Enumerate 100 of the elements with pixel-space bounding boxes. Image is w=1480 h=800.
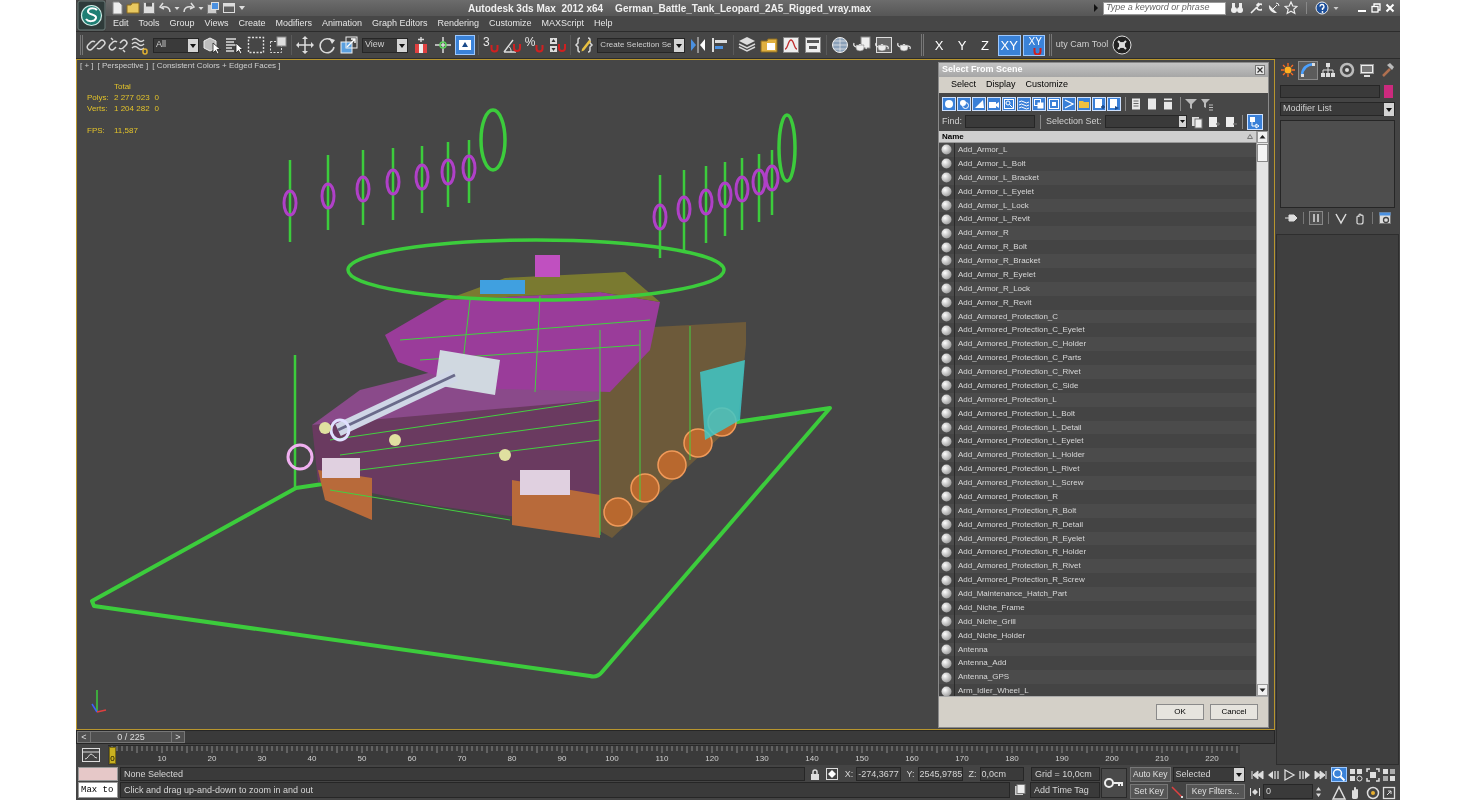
menu-item[interactable]: Group — [164, 16, 200, 31]
app-logo-icon[interactable] — [77, 0, 106, 31]
schematic-window-icon[interactable] — [802, 35, 823, 55]
coordinate-field[interactable]: 2545,9785 — [917, 767, 963, 781]
track-bar-ruler[interactable]: 0 10 20 30 40 50 60 70 80 90 100 110 120 130 140 150 160 170 180 190 200 210 220 — [108, 745, 1240, 765]
rig-control-handle[interactable] — [320, 155, 336, 230]
waves-icon[interactable] — [1017, 97, 1031, 111]
sheet-stack-icon[interactable] — [1189, 114, 1204, 129]
sheet-plus-icon[interactable] — [1092, 97, 1106, 111]
squares-icon[interactable] — [1381, 767, 1398, 782]
wrench-icon[interactable] — [1248, 1, 1262, 15]
nested-squares-icon[interactable] — [1047, 97, 1061, 111]
close-icon[interactable] — [1255, 65, 1265, 75]
rig-control-handle[interactable] — [461, 140, 477, 203]
magnifier-icon[interactable] — [1331, 767, 1347, 782]
sheet-plus-icon[interactable] — [1206, 114, 1221, 129]
caret-icon[interactable] — [1234, 768, 1244, 781]
align-icon[interactable] — [709, 35, 730, 55]
menu-item[interactable]: Help — [589, 16, 618, 31]
play-icon[interactable] — [1281, 767, 1297, 782]
scale-box-icon[interactable] — [339, 35, 359, 55]
pause-bars-icon[interactable] — [1308, 211, 1323, 225]
rig-control-handle[interactable] — [698, 166, 714, 243]
coordinate-field[interactable]: -274,3677 — [856, 767, 901, 781]
rotate-arrow-icon[interactable] — [317, 35, 337, 55]
diamond-box-icon[interactable] — [824, 767, 839, 781]
set-key-button[interactable]: Set Key — [1130, 784, 1168, 799]
stacked-squares-icon[interactable] — [1032, 97, 1046, 111]
menu-item[interactable]: Create — [233, 16, 271, 31]
auto-key-button[interactable]: Auto Key — [1130, 767, 1171, 782]
menu-item[interactable]: Rendering — [432, 16, 485, 31]
viewport-label-menu[interactable]: [ Consistent Colors + Edged Faces ] — [152, 61, 281, 71]
key-icon[interactable] — [1101, 768, 1127, 798]
key-filters-button[interactable]: Key Filters... — [1185, 784, 1245, 799]
menu-item[interactable]: Edit — [108, 16, 134, 31]
reference-coordinate-dropdown[interactable]: View — [362, 37, 408, 53]
rig-control-handle[interactable] — [764, 150, 780, 215]
crosshair-icon[interactable] — [433, 35, 453, 55]
chevron-icon[interactable] — [1062, 97, 1076, 111]
axis-constraint-button[interactable]: XY — [997, 34, 1021, 56]
modifier-list-dropdown[interactable]: Modifier List — [1280, 102, 1395, 116]
satellite-icon[interactable] — [1266, 1, 1280, 15]
axis-constraint-button[interactable]: Y — [951, 34, 973, 56]
rig-control-handle[interactable] — [652, 175, 668, 258]
command-panel-tab[interactable] — [1297, 60, 1318, 80]
next-frame-button[interactable]: > — [171, 732, 184, 742]
teapot-window-icon[interactable] — [873, 35, 894, 55]
curve-graph-icon[interactable] — [780, 35, 801, 55]
menu-item[interactable]: Customize — [1020, 77, 1074, 93]
star-icon[interactable] — [1284, 1, 1298, 15]
cube-cursor-icon[interactable] — [202, 35, 222, 55]
find-field[interactable] — [965, 115, 1035, 128]
scrollbar-thumb[interactable] — [1257, 144, 1268, 162]
rig-control-handle[interactable] — [440, 142, 456, 207]
spinner-arrows-icon[interactable] — [1315, 784, 1322, 799]
object-list-item[interactable]: Add_Maintenance_Hatch_Part — [939, 587, 1256, 601]
object-list-item[interactable]: Add_Armored_Protection_R_Rivet — [939, 559, 1256, 574]
curve-window-icon[interactable] — [80, 746, 102, 764]
selection-filter-dropdown[interactable]: All — [153, 37, 199, 53]
camera-icon[interactable] — [987, 97, 1001, 111]
rig-control-handle[interactable] — [734, 158, 750, 230]
rig-control-handle[interactable] — [282, 160, 298, 242]
key-mode-dropdown[interactable]: Selected — [1172, 767, 1245, 782]
sheet-icon[interactable] — [1145, 97, 1159, 111]
funnel-list-icon[interactable] — [1200, 97, 1214, 111]
diamond-bars-icon[interactable] — [1249, 785, 1261, 798]
move-arrows-icon[interactable] — [295, 35, 315, 55]
selection-set-dropdown[interactable] — [1104, 115, 1187, 128]
named-selection-dropdown[interactable]: Create Selection Se — [597, 37, 685, 53]
sheet-stack-icon[interactable] — [1013, 783, 1027, 797]
window-crossing-icon[interactable] — [268, 35, 288, 55]
caret-icon[interactable] — [397, 38, 407, 52]
sheet-lines-icon[interactable] — [1129, 97, 1143, 111]
v-shape-icon[interactable] — [1333, 211, 1348, 225]
rig-control-handle[interactable] — [355, 150, 371, 225]
listener-input-field[interactable]: Max to — [78, 782, 118, 798]
cone-icon[interactable] — [972, 97, 986, 111]
list-cursor-icon[interactable] — [224, 35, 244, 55]
orbit-icon[interactable] — [1364, 784, 1381, 800]
listener-output-field[interactable] — [78, 767, 118, 781]
binoculars-icon[interactable] — [1230, 1, 1244, 15]
frame-field[interactable]: 0 — [1263, 784, 1313, 799]
broken-chain-icon[interactable] — [108, 35, 128, 55]
object-list-item[interactable]: Add_Armored_Protection_C_Rivet — [939, 365, 1256, 379]
braces-pencil-icon[interactable] — [574, 35, 595, 55]
previous-frame-button[interactable]: < — [78, 732, 91, 742]
object-list-item[interactable]: Add_Armor_R_Bracket — [939, 254, 1256, 268]
pin-icon[interactable] — [1283, 211, 1298, 225]
name-column-header[interactable]: Name — [939, 131, 1256, 143]
menu-item[interactable]: Customize — [484, 16, 537, 31]
restore-icon[interactable] — [1371, 3, 1381, 13]
rig-control-handle[interactable] — [676, 170, 692, 250]
command-panel-tab[interactable] — [1278, 60, 1298, 80]
rig-control-handle[interactable] — [717, 162, 733, 236]
go-to-start-icon[interactable] — [1249, 767, 1265, 782]
object-list-item[interactable]: Add_Armored_Protection_L_Screw — [939, 476, 1256, 490]
menu-item[interactable]: Display — [981, 77, 1021, 93]
object-name-field[interactable] — [1280, 84, 1380, 98]
magnifier-box-icon[interactable] — [1002, 97, 1016, 111]
dashed-rectangle-icon[interactable] — [246, 35, 266, 55]
